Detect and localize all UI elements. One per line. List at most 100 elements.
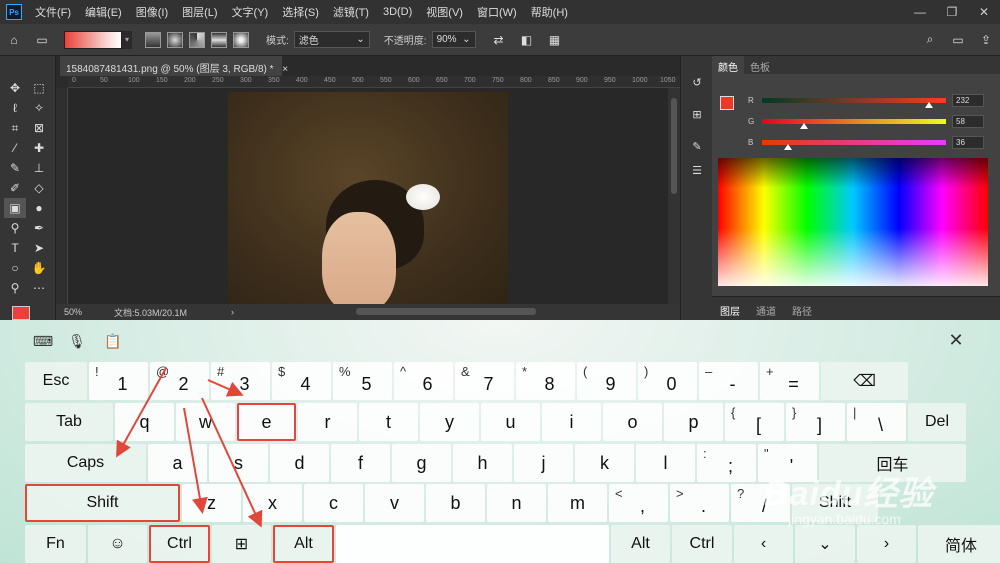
crop-tool-icon[interactable]: ⌗ [4,118,26,138]
share-icon[interactable]: ⇪ [977,31,995,49]
key-z[interactable]: z [182,484,241,522]
close-icon[interactable]: × [282,64,288,75]
transparency-icon[interactable]: ▦ [546,31,564,49]
gradient-swatch[interactable] [64,30,122,49]
key-equals[interactable]: + = [760,362,819,400]
search-icon[interactable]: ⌕ [921,31,939,49]
channel-value-input[interactable]: 36 [952,135,984,149]
restore-icon[interactable]: ❐ [936,5,968,19]
magic-wand-tool-icon[interactable]: ✧ [28,98,50,118]
key-esc[interactable]: Esc [25,362,87,400]
key-a[interactable]: a [148,444,207,482]
pen-tool-icon[interactable]: ✒ [28,218,50,238]
key-lshift[interactable]: Shift [25,484,180,522]
key-j[interactable]: j [514,444,573,482]
key-rctrl[interactable]: Ctrl [672,525,732,563]
tab-swatches[interactable]: 色板 [744,56,776,74]
menu-edit[interactable]: 编辑(E) [78,4,129,20]
key-rbracket[interactable]: }] [786,403,845,441]
key-space[interactable] [336,525,609,563]
menu-file[interactable]: 文件(F) [28,4,78,20]
key-lalt[interactable]: Alt [273,525,334,563]
channel-value-input[interactable]: 232 [952,93,984,107]
key-backspace[interactable]: ⌫ [821,362,908,400]
menu-filter[interactable]: 滤镜(T) [326,4,376,20]
menu-layer[interactable]: 图层(L) [175,4,224,20]
vertical-scrollbar[interactable] [668,88,680,304]
key-caps[interactable]: Caps [25,444,146,482]
slider-b[interactable]: B 36 [718,134,988,150]
key-v[interactable]: v [365,484,424,522]
key-3[interactable]: #3 [211,362,270,400]
key-6[interactable]: ^ 6 [394,362,453,400]
status-arrow-icon[interactable]: › [231,307,234,317]
reverse-icon[interactable]: ⇄ [490,31,508,49]
key-t[interactable]: t [359,403,418,441]
key-9[interactable]: (9 [577,362,636,400]
key-f[interactable]: f [331,444,390,482]
canvas[interactable] [68,88,668,304]
key-ralt[interactable]: Alt [611,525,670,563]
chevron-down-icon[interactable]: ▾ [122,30,132,49]
menu-select[interactable]: 选择(S) [275,4,326,20]
key-c[interactable]: c [304,484,363,522]
key-d[interactable]: d [270,444,329,482]
eraser-tool-icon[interactable]: ◇ [28,178,50,198]
more-tools-icon[interactable]: ⋯ [28,278,50,298]
key-s[interactable]: s [209,444,268,482]
key-l[interactable]: l [636,444,695,482]
path-selection-tool-icon[interactable]: ➤ [28,238,50,258]
menu-view[interactable]: 视图(V) [419,4,470,20]
clipboard-icon[interactable]: 📋 [104,332,122,350]
key-ime[interactable]: 简体 [918,525,1000,563]
menu-window[interactable]: 窗口(W) [470,4,524,20]
type-tool-icon[interactable]: T [4,238,26,258]
key-minus[interactable]: – - [699,362,758,400]
key-semicolon[interactable]: :; [697,444,756,482]
key-4[interactable]: $4 [272,362,331,400]
key-1[interactable]: ! 1 [89,362,148,400]
key-h[interactable]: h [453,444,512,482]
minimize-icon[interactable]: — [904,5,936,19]
horizontal-scrollbar-thumb[interactable] [356,308,536,315]
tab-layers[interactable]: 图层 [712,297,748,320]
key-e[interactable]: e [237,403,296,441]
eyedropper-tool-icon[interactable]: ⁄ [4,138,26,158]
reflected-gradient-button[interactable] [211,31,227,48]
blur-tool-icon[interactable]: ● [28,198,50,218]
shape-tool-icon[interactable]: ○ [4,258,26,278]
tab-paths[interactable]: 路径 [784,297,820,320]
key-p[interactable]: p [664,403,723,441]
color-spectrum[interactable] [718,158,988,286]
key-y[interactable]: y [420,403,479,441]
key-period[interactable]: >. [670,484,729,522]
gradient-tool-icon[interactable]: ▣ [4,198,26,218]
gradient-tool-preset-icon[interactable]: ▭ [33,31,51,49]
key-w[interactable]: w [176,403,235,441]
key-g[interactable]: g [392,444,451,482]
workspace-icon[interactable]: ▭ [949,31,967,49]
key-7[interactable]: & 7 [455,362,514,400]
close-keyboard-icon[interactable]: ✕ [946,330,966,350]
key-tab[interactable]: Tab [25,403,113,441]
key-win[interactable]: ⊞ [212,525,271,563]
key-del[interactable]: Del [908,403,966,441]
radial-gradient-button[interactable] [167,31,183,48]
opacity-input[interactable]: 90% ⌄ [431,31,476,48]
dodge-tool-icon[interactable]: ⚲ [4,218,26,238]
zoom-tool-icon[interactable]: ⚲ [4,278,26,298]
key-lctrl[interactable]: Ctrl [149,525,210,563]
foreground-color-swatch[interactable] [12,306,30,320]
key-fn[interactable]: Fn [25,525,86,563]
healing-tool-icon[interactable]: ✚ [28,138,50,158]
home-icon[interactable]: ⌂ [5,31,23,49]
slider-thumb[interactable] [783,144,792,150]
stamp-tool-icon[interactable]: ⊥ [28,158,50,178]
diamond-gradient-button[interactable] [233,31,249,48]
brush-tool-icon[interactable]: ✎ [4,158,26,178]
hand-tool-icon[interactable]: ✋ [28,258,50,278]
dither-icon[interactable]: ◧ [518,31,536,49]
channel-value-input[interactable]: 58 [952,114,984,128]
adjustments-icon[interactable]: ☰ [689,162,705,178]
history-brush-tool-icon[interactable]: ✐ [4,178,26,198]
